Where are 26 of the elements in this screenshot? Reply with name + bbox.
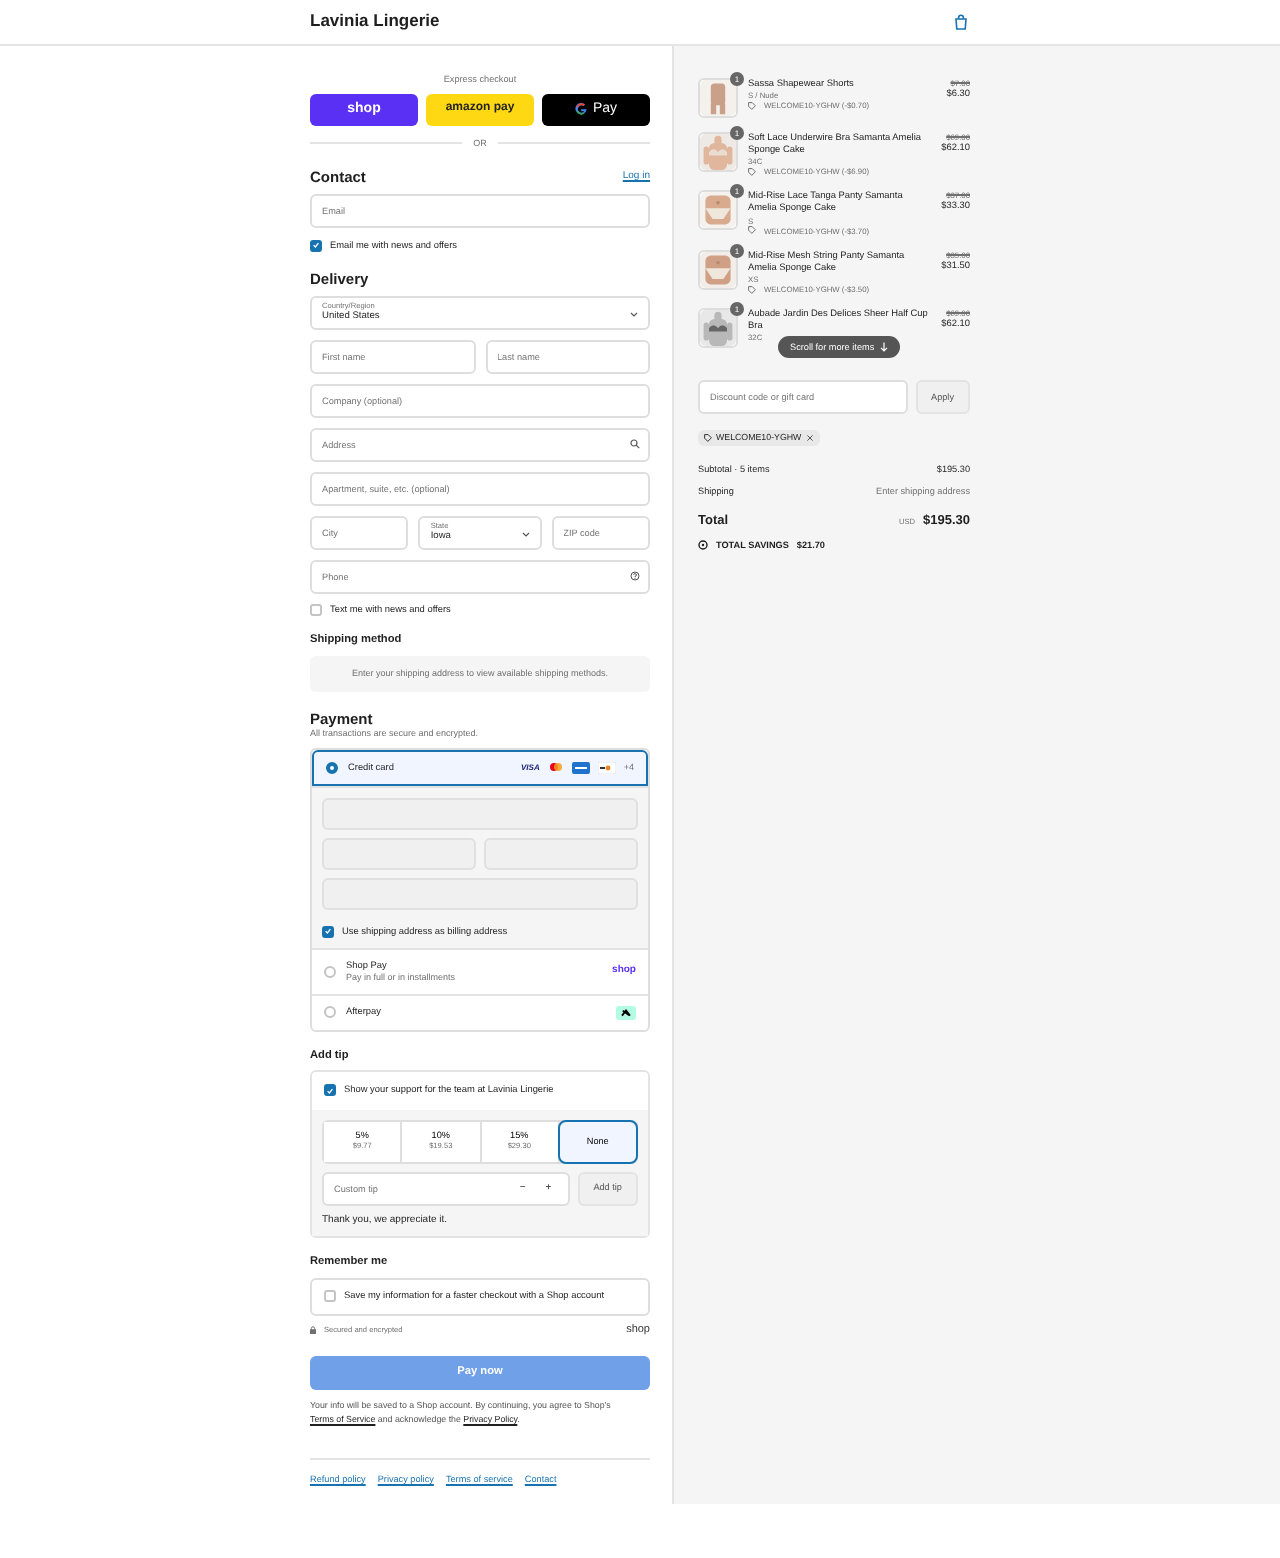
lock-icon — [310, 1326, 316, 1335]
google-g-icon — [574, 102, 589, 117]
checkbox[interactable] — [310, 603, 322, 616]
mastercard-icon — [547, 762, 564, 773]
arrow-down-icon — [880, 342, 889, 352]
help-icon — [630, 571, 640, 582]
tag-icon — [748, 226, 756, 235]
chevron-down-icon — [521, 531, 530, 538]
tag-icon — [748, 285, 756, 294]
amex-icon — [571, 761, 590, 774]
checkbox[interactable] — [324, 1084, 336, 1097]
checkbox[interactable] — [324, 1290, 336, 1303]
radio-button[interactable] — [324, 1006, 336, 1019]
tag-icon — [748, 101, 756, 110]
chevron-down-icon — [630, 311, 638, 318]
discover-icon — [597, 761, 616, 774]
search-icon — [630, 439, 640, 450]
close-icon[interactable] — [805, 433, 814, 442]
shopping-bag-icon[interactable] — [954, 14, 968, 30]
checkbox[interactable] — [310, 239, 322, 252]
tag-icon — [704, 433, 712, 442]
tag-icon — [748, 167, 756, 176]
radio-button[interactable] — [326, 761, 338, 774]
store-name[interactable]: Lavinia Lingerie — [310, 10, 440, 31]
checkbox[interactable] — [322, 925, 334, 938]
radio-button[interactable] — [324, 965, 336, 978]
